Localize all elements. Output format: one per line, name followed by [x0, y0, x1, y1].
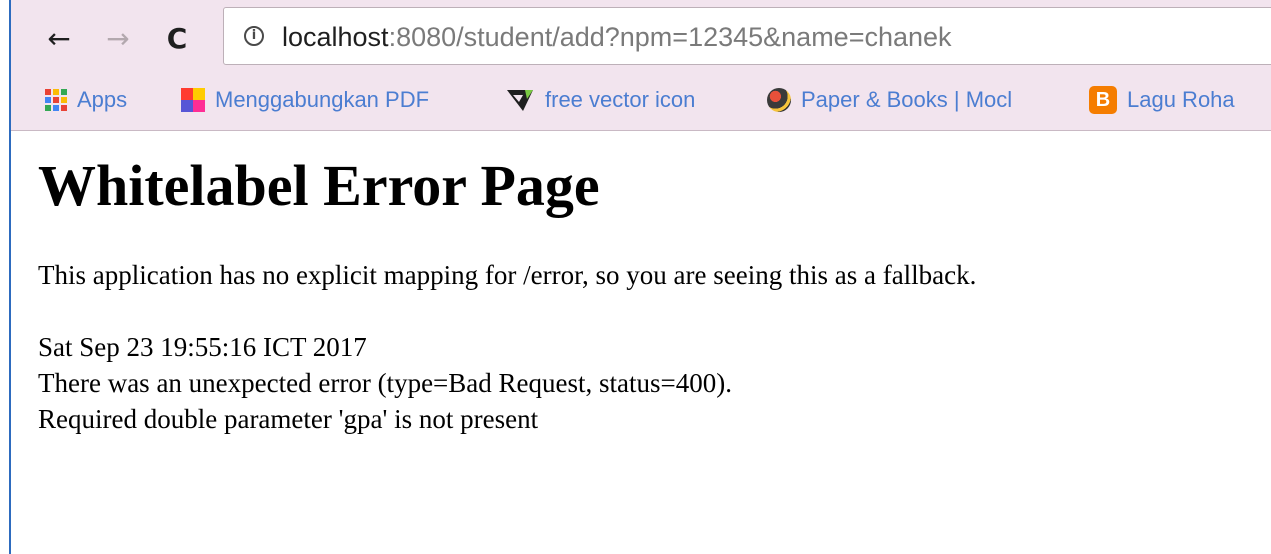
bookmark-free-vector-icon[interactable]: free vector icon: [505, 85, 695, 115]
page-title: Whitelabel Error Page: [38, 153, 600, 218]
bookmarks-bar: Apps Menggabungkan PDF free vector icon …: [11, 78, 1271, 122]
bookmark-label: Paper & Books | Mocl: [801, 87, 1013, 112]
bookmark-apps[interactable]: Apps: [45, 85, 127, 115]
forward-arrow-icon[interactable]: →: [98, 18, 138, 58]
url-text[interactable]: localhost:8080/student/add?npm=12345&nam…: [282, 22, 952, 52]
back-arrow-icon[interactable]: ←: [39, 18, 79, 58]
bookmark-lagu-roha[interactable]: B Lagu Roha: [1089, 85, 1235, 115]
apps-grid-icon: [45, 89, 67, 111]
bookmark-label: Apps: [77, 87, 128, 112]
browser-toolbar: ← → C i localhost:8080/student/add?npm=1…: [11, 0, 1271, 78]
browser-chrome: ← → C i localhost:8080/student/add?npm=1…: [11, 0, 1271, 131]
bookmark-menggabungkan-pdf[interactable]: Menggabungkan PDF: [181, 85, 481, 115]
bookmark-label: Lagu Roha: [1127, 87, 1235, 112]
blogger-icon: B: [1089, 86, 1117, 114]
reload-icon[interactable]: C: [157, 18, 197, 58]
error-message: This application has no explicit mapping…: [38, 260, 977, 290]
url-path: :8080/student/add?npm=12345&name=chanek: [388, 22, 952, 52]
bookmark-label: free vector icon: [545, 87, 696, 112]
bookmark-paper-books[interactable]: Paper & Books | Mocl: [767, 85, 1075, 115]
bookmarks-fade: [1231, 78, 1271, 122]
globe-icon: [767, 88, 791, 112]
bookmark-label: Menggabungkan PDF: [215, 87, 430, 112]
vector-logo-icon: [507, 90, 533, 111]
pdf-merge-icon: [181, 88, 205, 112]
error-type-status: There was an unexpected error (type=Bad …: [38, 368, 732, 398]
error-details: Sat Sep 23 19:55:16 ICT 2017 There was a…: [38, 329, 732, 437]
address-bar[interactable]: i localhost:8080/student/add?npm=12345&n…: [223, 7, 1271, 65]
error-detail: Required double parameter 'gpa' is not p…: [38, 404, 539, 434]
window-edge: [0, 0, 11, 554]
error-timestamp: Sat Sep 23 19:55:16 ICT 2017: [38, 332, 367, 362]
url-host: localhost: [282, 22, 389, 52]
info-icon[interactable]: i: [244, 26, 264, 46]
